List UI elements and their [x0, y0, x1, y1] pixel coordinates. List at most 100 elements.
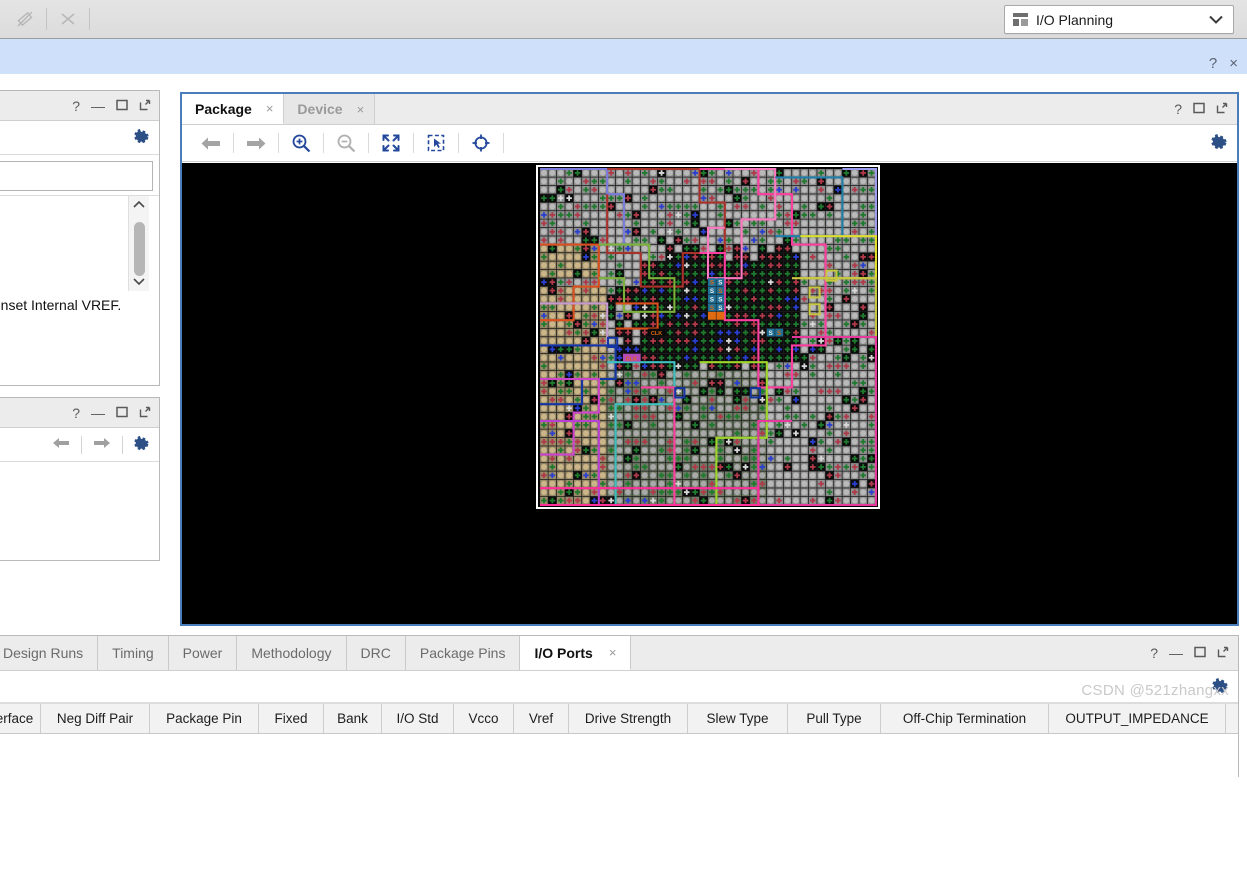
- dock-tab-label: Package Pins: [419, 645, 506, 661]
- forward-icon[interactable]: [237, 130, 275, 156]
- svg-text:CLK: CLK: [625, 356, 637, 362]
- close-icon[interactable]: ×: [609, 645, 617, 660]
- svg-text:S: S: [718, 305, 722, 312]
- dock-tab-package-pins[interactable]: Package Pins: [406, 636, 521, 670]
- close-icon[interactable]: ×: [266, 101, 274, 116]
- column-header[interactable]: Slew Type: [688, 704, 788, 733]
- layout-selector[interactable]: I/O Planning: [1004, 5, 1234, 34]
- column-header[interactable]: Neg Diff Pair: [41, 704, 150, 733]
- help-icon[interactable]: ?: [1209, 55, 1217, 72]
- help-icon[interactable]: ?: [1174, 101, 1182, 117]
- application-window: I/O Planning ? × ? — /unset Internal VRE…: [0, 0, 1247, 874]
- dock-tab-label: I/O Ports: [534, 644, 593, 661]
- left-panel-column: ? — /unset Internal VREF. ? —: [0, 90, 160, 561]
- package-panel: Package × Device × ? S S S S S S S S S S…: [180, 92, 1239, 626]
- workspace-body: ? — /unset Internal VREF. ? — Package × …: [0, 74, 1247, 874]
- dock-tab-i-o-ports[interactable]: I/O Ports ×: [520, 636, 632, 670]
- package-pin-map[interactable]: S SS SS SS SS SCLKCLK: [533, 163, 886, 515]
- maximize-icon[interactable]: [1194, 645, 1206, 661]
- svg-text:S: S: [777, 330, 781, 337]
- column-header[interactable]: Off-Chip Termination: [881, 704, 1049, 733]
- left-panel-search-input[interactable]: [0, 161, 153, 191]
- left-panel-two-body: s: [0, 462, 159, 528]
- left-panel-scrollbar[interactable]: [128, 196, 149, 291]
- minimize-icon[interactable]: —: [1169, 645, 1183, 661]
- gear-icon[interactable]: [133, 435, 149, 454]
- close-icon[interactable]: ×: [1229, 55, 1238, 72]
- back-icon[interactable]: [51, 436, 71, 454]
- dock-tab-design-runs[interactable]: Design Runs: [0, 636, 99, 670]
- left-panel-list[interactable]: [0, 195, 159, 291]
- toolbar-separator: [46, 8, 47, 30]
- maximize-icon[interactable]: [116, 405, 128, 421]
- float-icon[interactable]: [1216, 101, 1228, 117]
- dock-tab-label: Design Runs: [3, 645, 84, 661]
- tab-bar-filler: [375, 94, 1175, 124]
- column-header[interactable]: Bank: [324, 704, 382, 733]
- tab-device[interactable]: Device ×: [284, 94, 376, 124]
- toolbar-separator: [278, 133, 279, 153]
- dock-tab-methodology[interactable]: Methodology: [237, 636, 347, 670]
- column-header[interactable]: OUTPUT_IMPEDANCE: [1049, 704, 1226, 733]
- column-header[interactable]: I/O Std: [382, 704, 454, 733]
- toolbar-separator: [458, 133, 459, 153]
- tab-package-label: Package: [195, 100, 252, 117]
- zoom-out-icon[interactable]: [327, 130, 365, 156]
- io-ports-rows[interactable]: [0, 734, 1238, 874]
- scrollbar-thumb[interactable]: [133, 222, 145, 276]
- left-panel-one-header: ? —: [0, 91, 159, 121]
- dock-tab-drc[interactable]: DRC: [347, 636, 406, 670]
- minimize-icon[interactable]: —: [91, 98, 105, 114]
- help-icon[interactable]: ?: [72, 405, 80, 421]
- scroll-up-icon[interactable]: [133, 196, 145, 214]
- dock-tab-timing[interactable]: Timing: [98, 636, 169, 670]
- svg-text:S: S: [718, 280, 722, 287]
- column-header[interactable]: Vref: [514, 704, 569, 733]
- float-icon[interactable]: [139, 405, 151, 421]
- package-settings-gear[interactable]: [1210, 133, 1237, 153]
- gear-icon[interactable]: [1211, 677, 1228, 697]
- zoom-fit-icon[interactable]: [372, 130, 410, 156]
- svg-text:S: S: [709, 280, 713, 287]
- float-icon[interactable]: [139, 98, 151, 114]
- left-panel-two-header: ? —: [0, 398, 159, 428]
- column-header[interactable]: ODT: [1226, 704, 1238, 733]
- svg-text:CLK: CLK: [650, 331, 662, 337]
- column-header[interactable]: Pull Type: [788, 704, 881, 733]
- column-header[interactable]: Vcco: [454, 704, 514, 733]
- toolbar-separator: [89, 8, 90, 30]
- help-icon[interactable]: ?: [72, 98, 80, 114]
- column-header[interactable]: Fixed: [259, 704, 324, 733]
- svg-text:S: S: [718, 297, 722, 304]
- separator: [81, 435, 82, 454]
- left-panel-note: /unset Internal VREF.: [0, 297, 122, 313]
- svg-text:S: S: [709, 305, 713, 312]
- float-icon[interactable]: [1217, 645, 1229, 661]
- close-icon[interactable]: ×: [357, 102, 365, 117]
- toolbar-separator: [413, 133, 414, 153]
- package-diagram-canvas[interactable]: S S S S S S S S S S CLK CLK: [182, 163, 1237, 624]
- tab-package[interactable]: Package ×: [182, 94, 285, 124]
- column-header[interactable]: erface: [0, 704, 41, 733]
- cut-disabled-icon[interactable]: [49, 4, 87, 34]
- zoom-in-icon[interactable]: [282, 130, 320, 156]
- maximize-icon[interactable]: [116, 98, 128, 114]
- center-target-icon[interactable]: [462, 130, 500, 156]
- gear-icon[interactable]: [133, 128, 149, 147]
- separator: [122, 435, 123, 454]
- minimize-icon[interactable]: —: [91, 405, 105, 421]
- column-header[interactable]: Package Pin: [150, 704, 259, 733]
- left-panel-one-subbar: [0, 121, 159, 155]
- maximize-icon[interactable]: [1193, 101, 1205, 117]
- left-panel-two-subbar: [0, 428, 159, 462]
- back-icon[interactable]: [192, 130, 230, 156]
- dock-tab-power[interactable]: Power: [169, 636, 238, 670]
- forward-icon[interactable]: [92, 436, 112, 454]
- zoom-region-icon[interactable]: [417, 130, 455, 156]
- ruler-disabled-icon[interactable]: [6, 4, 44, 34]
- column-header[interactable]: Drive Strength: [569, 704, 688, 733]
- layout-grid-icon: [1013, 13, 1028, 26]
- svg-text:S: S: [709, 288, 713, 295]
- dock-subbar: [0, 671, 1238, 703]
- help-icon[interactable]: ?: [1150, 645, 1158, 661]
